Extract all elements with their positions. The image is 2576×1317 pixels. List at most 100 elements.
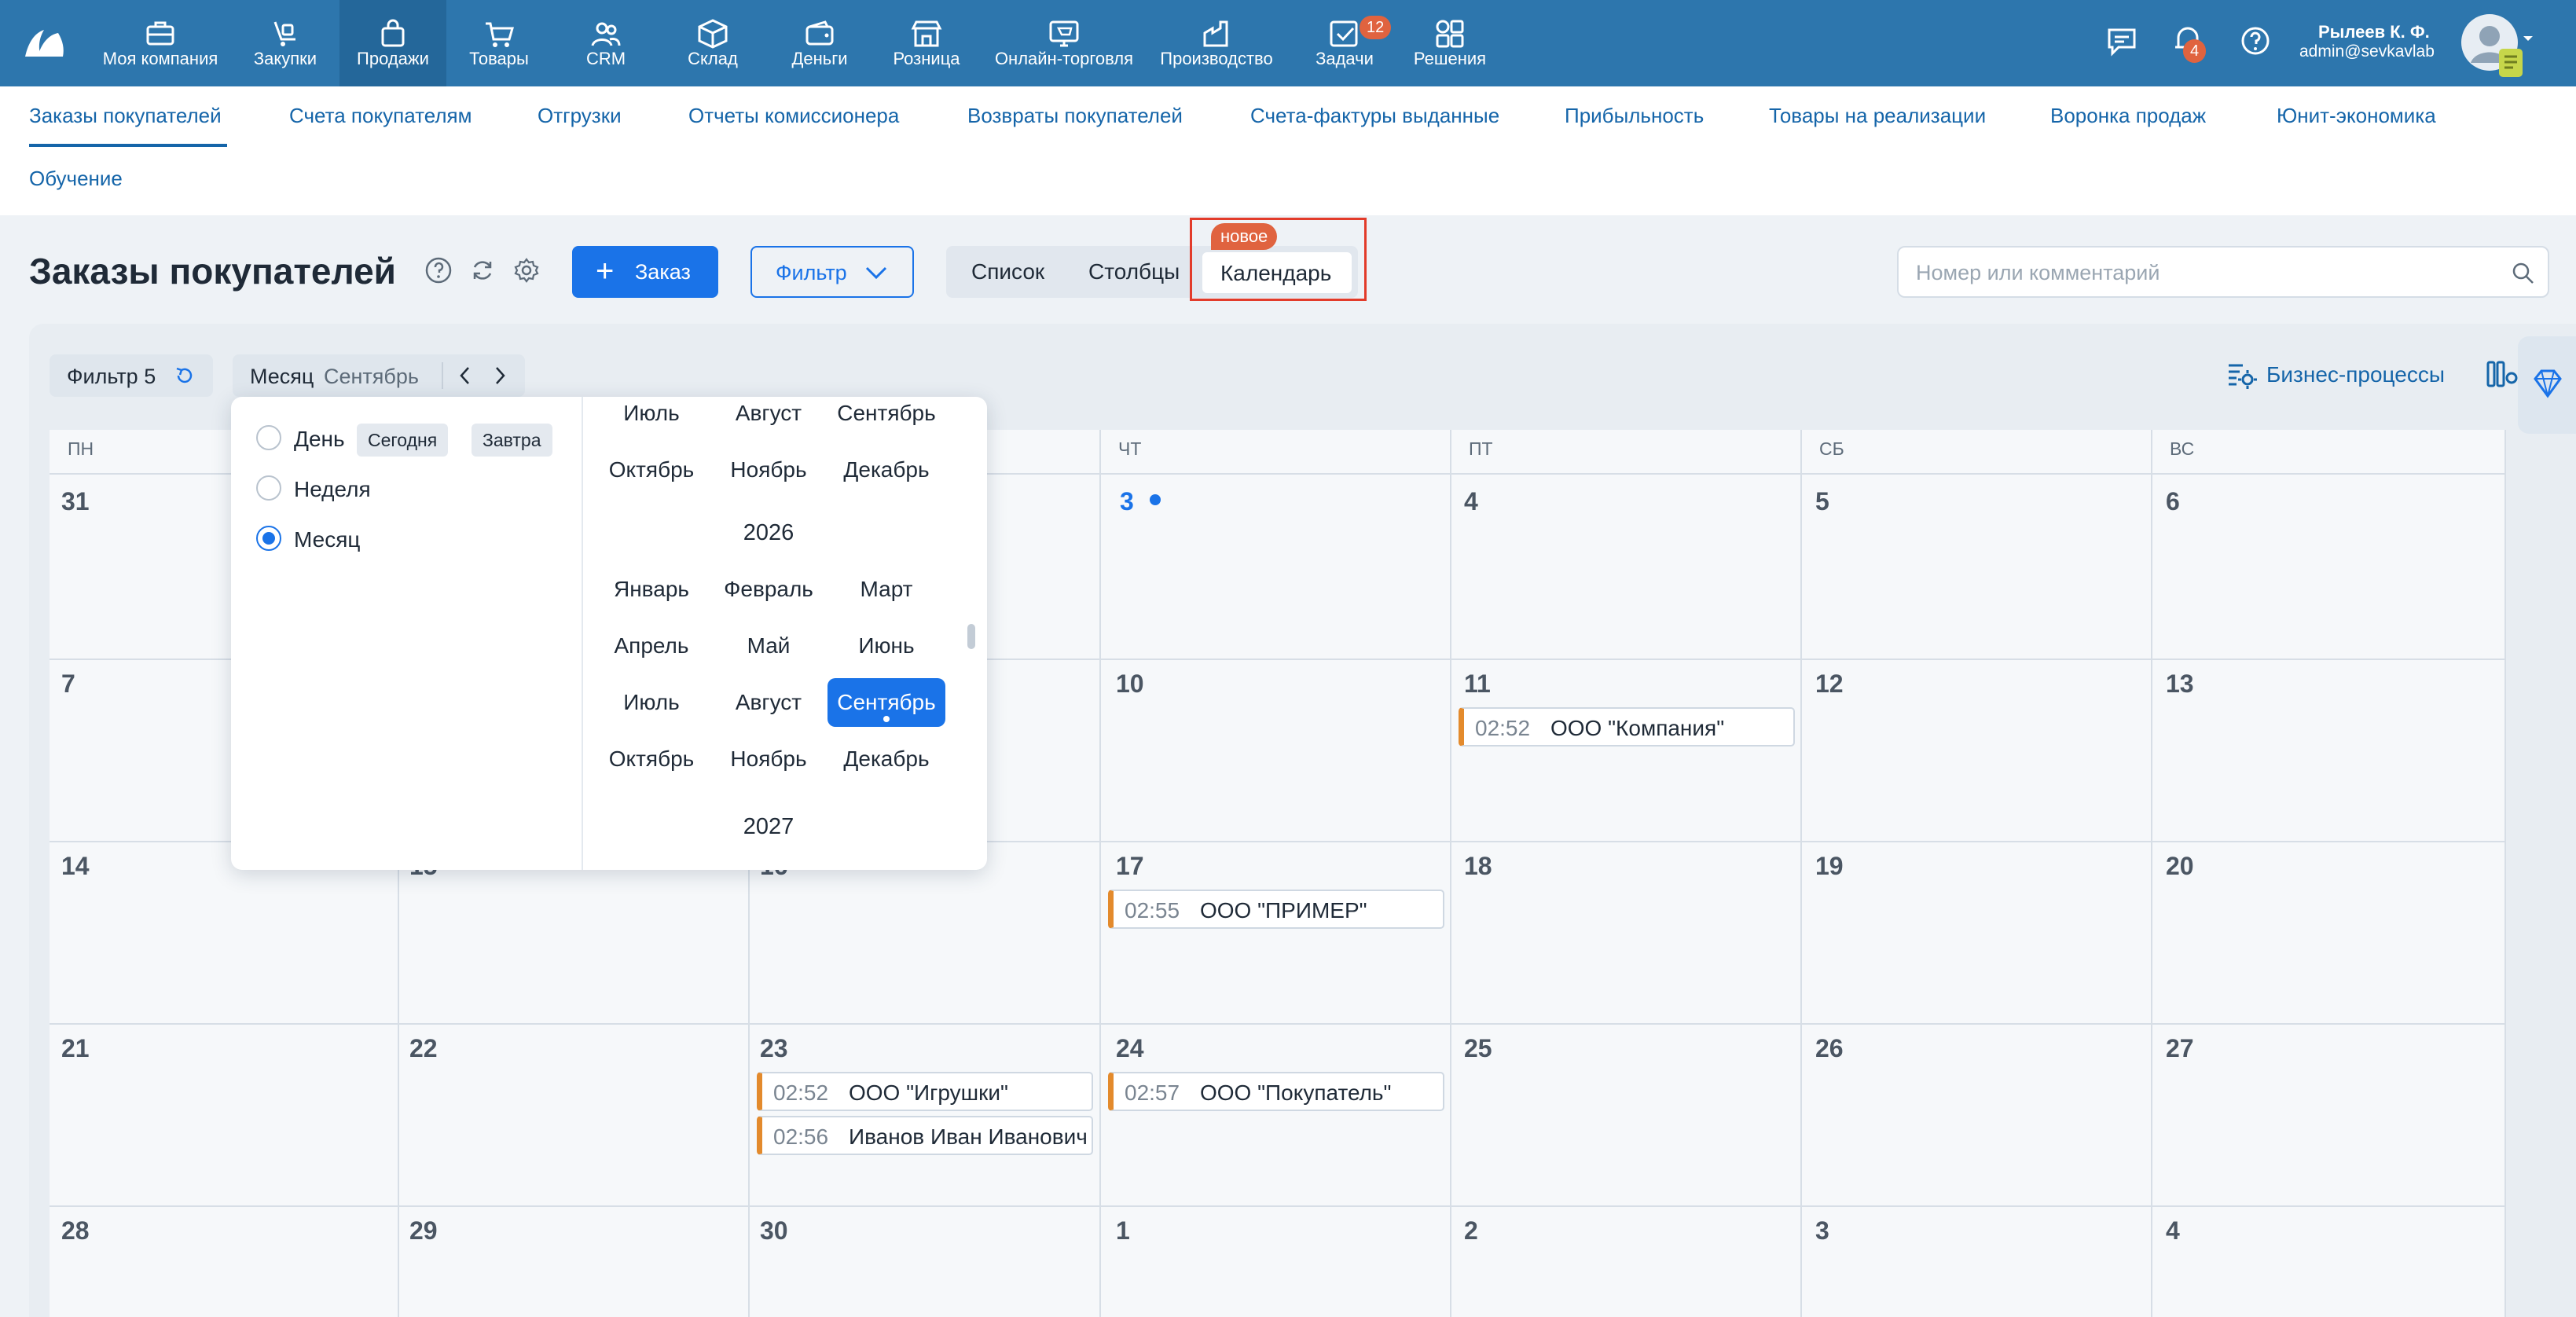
day-number[interactable]: 29 xyxy=(409,1216,438,1245)
day-number[interactable]: 31 xyxy=(61,487,90,516)
order-event[interactable]: 02:52 ООО "Компания" xyxy=(1459,707,1795,747)
reset-filter-icon[interactable] xyxy=(174,366,196,385)
day-number[interactable]: 7 xyxy=(61,670,75,699)
month-option[interactable]: Май xyxy=(710,622,827,670)
nav-purchases[interactable]: Закупки xyxy=(242,0,328,86)
day-number[interactable]: 10 xyxy=(1116,670,1144,699)
month-option[interactable]: Ноябрь xyxy=(710,446,827,494)
subnav-unit-economics[interactable]: Юнит-экономика xyxy=(2277,104,2436,128)
view-columns-tab[interactable]: Столбцы xyxy=(1088,259,1180,284)
subnav-consignment-goods[interactable]: Товары на реализации xyxy=(1769,104,1986,128)
month-option-selected[interactable]: Сентябрь xyxy=(827,678,945,727)
day-number[interactable]: 24 xyxy=(1116,1034,1144,1063)
dropdown-scrollbar[interactable] xyxy=(967,624,975,649)
nav-money[interactable]: Деньги xyxy=(776,0,863,86)
day-number[interactable]: 6 xyxy=(2166,487,2180,516)
month-option[interactable]: Апрель xyxy=(593,622,710,670)
month-option[interactable]: Август xyxy=(710,678,827,727)
day-number[interactable]: 3 xyxy=(1815,1216,1829,1245)
nav-goods[interactable]: Товары xyxy=(456,0,542,86)
nav-retail[interactable]: Розница xyxy=(883,0,970,86)
month-option[interactable]: Июль xyxy=(593,397,710,438)
order-event[interactable]: 02:56 Иванов Иван Иванович xyxy=(757,1116,1093,1155)
subnav-invoices[interactable]: Счета покупателям xyxy=(289,104,472,128)
day-number[interactable]: 25 xyxy=(1464,1034,1492,1063)
view-list-tab[interactable]: Список xyxy=(971,259,1044,284)
month-option[interactable]: Ноябрь xyxy=(710,735,827,783)
month-option[interactable]: Сентябрь xyxy=(827,397,945,438)
subnav-profitability[interactable]: Прибыльность xyxy=(1565,104,1704,128)
user-name[interactable]: Рылеев К. Ф. xyxy=(2318,22,2430,42)
month-option[interactable]: Январь xyxy=(593,565,710,614)
nav-tasks[interactable]: Задачи xyxy=(1301,0,1388,86)
refresh-icon[interactable] xyxy=(468,256,497,284)
day-number[interactable]: 30 xyxy=(760,1216,788,1245)
period-week-label[interactable]: Неделя xyxy=(294,477,371,502)
month-option[interactable]: Октябрь xyxy=(593,446,710,494)
period-day-radio[interactable] xyxy=(256,425,281,450)
day-number[interactable]: 11 xyxy=(1464,670,1491,699)
side-panel-tab[interactable] xyxy=(2518,336,2576,434)
subnav-commission-reports[interactable]: Отчеты комиссионера xyxy=(688,104,899,128)
day-number[interactable]: 27 xyxy=(2166,1034,2194,1063)
day-number[interactable]: 1 xyxy=(1116,1216,1130,1245)
day-number[interactable]: 4 xyxy=(2166,1216,2180,1245)
month-option[interactable]: Март xyxy=(827,565,945,614)
active-filters-chip[interactable]: Фильтр 5 xyxy=(50,354,213,397)
month-option[interactable]: Октябрь xyxy=(593,735,710,783)
subnav-shipments[interactable]: Отгрузки xyxy=(538,104,622,128)
help-icon[interactable] xyxy=(424,256,453,284)
user-email[interactable]: admin@sevkavlab xyxy=(2299,42,2435,61)
today-button[interactable]: Сегодня xyxy=(357,424,449,457)
nav-my-company[interactable]: Моя компания xyxy=(94,0,226,86)
chevron-right-icon[interactable] xyxy=(492,365,508,386)
subnav-customer-returns[interactable]: Возвраты покупателей xyxy=(967,104,1183,128)
search-input[interactable] xyxy=(1914,259,2496,287)
day-number[interactable]: 26 xyxy=(1815,1034,1844,1063)
period-month-label[interactable]: Месяц xyxy=(294,527,360,552)
order-event[interactable]: 02:52 ООО "Игрушки" xyxy=(757,1072,1093,1111)
chevron-down-icon[interactable] xyxy=(2523,35,2534,42)
create-order-button[interactable]: + Заказ xyxy=(572,246,718,298)
gear-icon[interactable] xyxy=(512,256,541,284)
chat-icon[interactable] xyxy=(2104,24,2139,58)
day-number[interactable]: 22 xyxy=(409,1034,438,1063)
day-number[interactable]: 19 xyxy=(1815,852,1844,881)
nav-crm[interactable]: CRM xyxy=(560,0,652,86)
day-number[interactable]: 20 xyxy=(2166,852,2194,881)
order-event[interactable]: 02:57 ООО "Покупатель" xyxy=(1108,1072,1444,1111)
subnav-customer-orders[interactable]: Заказы покупателей xyxy=(29,104,222,128)
nav-solutions[interactable]: Решения xyxy=(1407,0,1493,86)
logo-icon[interactable] xyxy=(22,25,66,60)
month-option[interactable]: Февраль xyxy=(710,565,827,614)
period-selector[interactable]: Месяц Сентябрь xyxy=(233,354,525,397)
help-icon[interactable] xyxy=(2240,25,2271,57)
nav-online-trade[interactable]: Онлайн-торговля xyxy=(989,0,1139,86)
chevron-left-icon[interactable] xyxy=(457,365,473,386)
period-day-label[interactable]: День xyxy=(294,427,345,452)
day-number[interactable]: 2 xyxy=(1464,1216,1478,1245)
tomorrow-button[interactable]: Завтра xyxy=(472,424,552,457)
nav-sales[interactable]: Продажи xyxy=(339,0,446,86)
day-number[interactable]: 28 xyxy=(61,1216,90,1245)
subnav-sales-funnel[interactable]: Воронка продаж xyxy=(2050,104,2206,128)
day-number[interactable]: 13 xyxy=(2166,670,2194,699)
day-number[interactable]: 21 xyxy=(61,1034,90,1063)
day-number[interactable]: 14 xyxy=(61,852,90,881)
day-number[interactable]: 4 xyxy=(1464,487,1478,516)
day-number[interactable]: 18 xyxy=(1464,852,1492,881)
month-option[interactable]: Август xyxy=(710,397,827,438)
avatar[interactable] xyxy=(2460,13,2524,80)
nav-warehouse[interactable]: Склад xyxy=(670,0,756,86)
day-number[interactable]: 17 xyxy=(1116,852,1144,881)
order-event[interactable]: 02:55 ООО "ПРИМЕР" xyxy=(1108,890,1444,929)
day-number[interactable]: 23 xyxy=(760,1034,788,1063)
search-icon[interactable] xyxy=(2512,262,2535,285)
month-option[interactable]: Декабрь xyxy=(827,446,945,494)
month-option[interactable]: Июль xyxy=(593,678,710,727)
month-option[interactable]: Июнь xyxy=(827,622,945,670)
subnav-training[interactable]: Обучение xyxy=(29,167,123,191)
subnav-tax-invoices[interactable]: Счета-фактуры выданные xyxy=(1250,104,1499,128)
period-month-radio[interactable] xyxy=(256,526,281,551)
settings-columns-icon[interactable] xyxy=(2486,359,2518,391)
